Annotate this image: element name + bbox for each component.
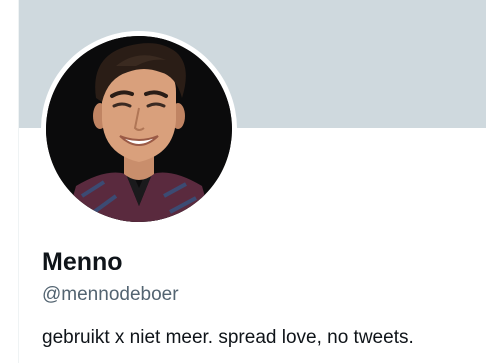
profile-bio: gebruikt x niet meer. spread love, no tw…: [42, 327, 414, 348]
user-handle: @mennodeboer: [42, 284, 179, 305]
avatar[interactable]: [46, 36, 232, 222]
profile-header: Menno @mennodeboer gebruikt x niet meer.…: [0, 0, 486, 363]
display-name: Menno: [42, 248, 123, 276]
avatar-photo-icon: [46, 36, 232, 222]
